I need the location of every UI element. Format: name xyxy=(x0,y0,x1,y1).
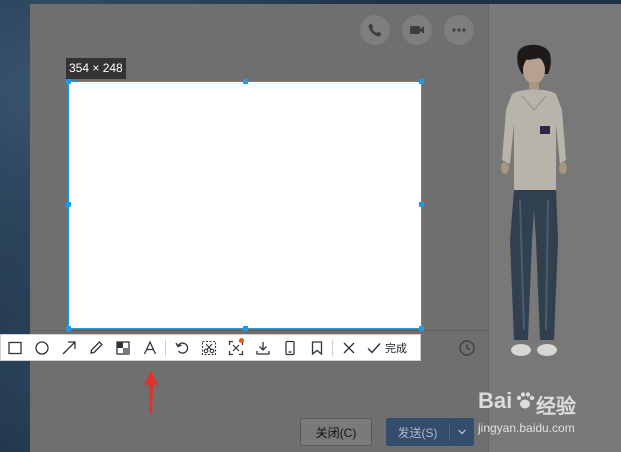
chevron-down-icon xyxy=(458,429,466,435)
close-icon xyxy=(343,342,354,353)
done-button[interactable]: 完成 xyxy=(362,335,411,360)
resize-handle-left[interactable] xyxy=(66,202,71,207)
video-call-button[interactable] xyxy=(402,15,432,45)
send-button[interactable]: 发送(S) xyxy=(386,418,474,446)
resize-handle-top-right[interactable] xyxy=(419,79,424,84)
resize-handle-bottom[interactable] xyxy=(243,326,248,331)
scissors-icon xyxy=(201,340,216,355)
screen-recognize-tool[interactable] xyxy=(222,335,249,360)
phone-tool[interactable] xyxy=(276,335,303,360)
ellipse-icon xyxy=(34,340,49,355)
avatar-figure xyxy=(501,44,567,356)
watermark-suffix: 经验 xyxy=(536,396,576,418)
arrow-icon xyxy=(62,340,76,354)
phone-device-icon xyxy=(284,340,295,355)
screenshot-toolbar: 完成 xyxy=(0,334,421,361)
undo-icon xyxy=(174,341,188,354)
cut-tool[interactable] xyxy=(195,335,222,360)
resize-handle-right[interactable] xyxy=(419,202,424,207)
checkmark-icon xyxy=(367,342,381,354)
clock-icon[interactable] xyxy=(458,339,476,357)
ellipse-tool[interactable] xyxy=(28,335,55,360)
more-button[interactable] xyxy=(444,15,474,45)
close-button[interactable]: 关闭(C) xyxy=(300,418,372,446)
close-button-label: 关闭(C) xyxy=(315,425,357,440)
bookmark-icon xyxy=(311,340,322,355)
text-icon xyxy=(143,339,156,354)
arrow-tool[interactable] xyxy=(55,335,82,360)
cancel-tool[interactable] xyxy=(335,335,362,360)
rectangle-icon xyxy=(7,341,22,354)
rectangle-tool[interactable] xyxy=(1,335,28,360)
phone-icon xyxy=(368,23,382,37)
mosaic-tool[interactable] xyxy=(109,335,136,360)
paw-icon xyxy=(516,392,535,409)
pencil-icon xyxy=(89,340,103,354)
voice-call-button[interactable] xyxy=(360,15,390,45)
download-icon xyxy=(255,341,270,355)
watermark-url: jingyan.baidu.com xyxy=(478,421,575,435)
more-dots-icon xyxy=(452,28,466,32)
new-feature-dot xyxy=(239,338,244,343)
pin-tool[interactable] xyxy=(303,335,330,360)
resize-handle-top[interactable] xyxy=(243,79,248,84)
resize-handle-top-left[interactable] xyxy=(66,79,71,84)
done-button-label: 完成 xyxy=(385,342,407,355)
capture-selection[interactable] xyxy=(68,81,422,329)
selection-size-label: 354 × 248 xyxy=(66,58,126,79)
text-tool[interactable] xyxy=(136,335,163,360)
video-icon xyxy=(410,26,424,34)
baidu-jingyan-watermark: Bai 经验 jingyan.baidu.com xyxy=(478,388,618,438)
toolbar-separator xyxy=(332,339,333,356)
mosaic-icon xyxy=(115,340,130,355)
toolbar-separator xyxy=(165,339,166,356)
undo-tool[interactable] xyxy=(168,335,195,360)
resize-handle-bottom-right[interactable] xyxy=(419,326,424,331)
resize-handle-bottom-left[interactable] xyxy=(66,326,71,331)
watermark-brand: Bai xyxy=(478,388,513,413)
pencil-tool[interactable] xyxy=(82,335,109,360)
send-button-label: 发送(S) xyxy=(397,425,438,440)
red-arrow-annotation xyxy=(144,370,158,414)
send-options-button[interactable] xyxy=(450,427,474,437)
download-tool[interactable] xyxy=(249,335,276,360)
